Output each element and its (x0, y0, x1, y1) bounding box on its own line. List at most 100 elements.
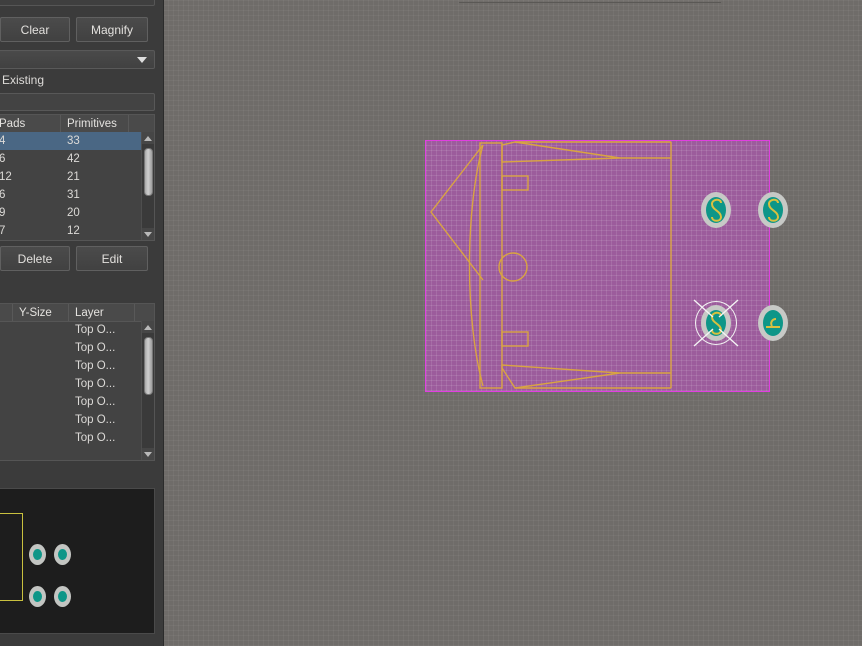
magnify-button-label: Magnify (90, 22, 134, 37)
table-row[interactable]: n Top O... (0, 429, 141, 447)
cell-primitives: 42 (67, 153, 80, 165)
table-row[interactable]: n Top O... (0, 357, 141, 375)
pads-table[interactable]: Pads Primitives 4 33 6 42 12 21 6 31 9 2… (0, 114, 155, 241)
cell-layer: Top O... (75, 414, 116, 426)
table-row[interactable]: n Top O... (0, 411, 141, 429)
primitives-table-header: Y-Size Layer (0, 304, 154, 322)
table-row[interactable]: 12 21 (0, 168, 141, 186)
cell-pads: 7 (0, 225, 6, 237)
pad-top-left[interactable] (701, 192, 731, 228)
scroll-down-arrow-icon[interactable] (142, 448, 154, 460)
cell-y-size (13, 339, 69, 357)
left-sidebar: Clear Magnify Existing Pads Primitives 4 (0, 0, 164, 646)
selection-crosshair-icon (693, 299, 739, 347)
cell-size: n (0, 375, 13, 393)
canvas-guide-line (459, 2, 721, 3)
edit-button-label: Edit (101, 251, 123, 266)
sidebar-bottom-filler (0, 636, 163, 646)
scrollbar-thumb[interactable] (144, 337, 153, 395)
cell-size: n (0, 321, 13, 339)
table-row[interactable]: n Top O... (0, 393, 141, 411)
cell-size: n (0, 393, 13, 411)
delete-button[interactable]: Delete (0, 246, 70, 271)
secondary-button-row: Delete Edit (0, 246, 155, 271)
primitives-table-scrollbar[interactable] (141, 321, 154, 460)
column-header-y-size[interactable]: Y-Size (13, 304, 69, 321)
pad-marking-icon (710, 198, 723, 222)
pads-table-header: Pads Primitives (0, 115, 154, 133)
preview-outline (0, 513, 23, 601)
column-header-size[interactable] (0, 304, 13, 321)
primary-button-row: Clear Magnify (0, 17, 155, 42)
cell-pads: 12 (0, 171, 12, 183)
pad-marking-icon (766, 318, 780, 328)
pcb-canvas[interactable] (163, 0, 862, 646)
pad-bottom-right[interactable] (758, 305, 788, 341)
pad-copper (33, 591, 42, 602)
sidebar-top-stub (0, 0, 155, 6)
name-search-input[interactable] (0, 93, 155, 111)
cell-primitives: 12 (67, 225, 80, 237)
scroll-up-arrow-icon[interactable] (142, 321, 154, 333)
cell-layer: Top O... (75, 324, 116, 336)
cell-size: n (0, 411, 13, 429)
table-row[interactable]: 4 33 (0, 132, 141, 150)
clear-button-label: Clear (20, 22, 50, 37)
cell-y-size (13, 411, 69, 429)
table-row[interactable]: n Top O... (0, 339, 141, 357)
table-row[interactable]: 7 12 (0, 222, 141, 240)
pad-top-right[interactable] (758, 192, 788, 228)
pad-copper (58, 591, 67, 602)
scroll-down-arrow-icon[interactable] (142, 228, 154, 240)
preview-pad-top-right (54, 544, 71, 565)
pad-copper (58, 549, 67, 560)
clear-button[interactable]: Clear (0, 17, 70, 42)
cell-y-size (13, 321, 69, 339)
cell-y-size (13, 375, 69, 393)
delete-button-label: Delete (17, 251, 53, 266)
preview-pad-bottom-left (29, 586, 46, 607)
cell-layer: Top O... (75, 432, 116, 444)
cell-layer: Top O... (75, 378, 116, 390)
preview-pad-top-left (29, 544, 46, 565)
column-header-spacer (135, 304, 149, 321)
pads-table-scrollbar[interactable] (141, 132, 154, 240)
existing-label-text: Existing (2, 73, 45, 87)
primitives-table[interactable]: Y-Size Layer n Top O... n Top O... n (0, 303, 155, 461)
cell-pads: 9 (0, 207, 6, 219)
magnify-button[interactable]: Magnify (76, 17, 148, 42)
cell-layer: Top O... (75, 360, 116, 372)
silkscreen-artwork (430, 141, 672, 389)
library-dropdown[interactable] (0, 50, 155, 69)
cell-size: n (0, 429, 13, 447)
cell-layer: Top O... (75, 396, 116, 408)
cell-primitives: 33 (67, 135, 80, 147)
edit-button[interactable]: Edit (76, 246, 148, 271)
pad-bottom-left[interactable] (693, 299, 739, 347)
cell-pads: 6 (0, 153, 6, 165)
scrollbar-thumb[interactable] (144, 148, 153, 196)
table-row[interactable]: n Top O... (0, 375, 141, 393)
cell-size: n (0, 339, 13, 357)
column-header-pads[interactable]: Pads (0, 115, 61, 132)
scroll-up-arrow-icon[interactable] (142, 132, 154, 144)
primitives-table-body: n Top O... n Top O... n Top O... n (0, 321, 141, 460)
table-row[interactable]: 6 31 (0, 186, 141, 204)
chevron-down-icon (137, 57, 147, 63)
existing-label: Existing (0, 71, 163, 89)
cell-size: n (0, 357, 13, 375)
app-root: Clear Magnify Existing Pads Primitives 4 (0, 0, 862, 646)
table-row[interactable]: n Top O... (0, 321, 141, 339)
table-row[interactable]: 9 20 (0, 204, 141, 222)
footprint-preview-panel[interactable] (0, 488, 155, 634)
cell-layer: Top O... (75, 342, 116, 354)
column-header-layer[interactable]: Layer (69, 304, 135, 321)
cell-pads: 6 (0, 189, 6, 201)
preview-pad-bottom-right (54, 586, 71, 607)
table-row[interactable]: 6 42 (0, 150, 141, 168)
cell-primitives: 31 (67, 189, 80, 201)
pads-table-body: 4 33 6 42 12 21 6 31 9 20 7 12 (0, 132, 141, 240)
cell-y-size (13, 393, 69, 411)
column-header-primitives[interactable]: Primitives (61, 115, 129, 132)
footprint-body[interactable] (425, 140, 788, 392)
